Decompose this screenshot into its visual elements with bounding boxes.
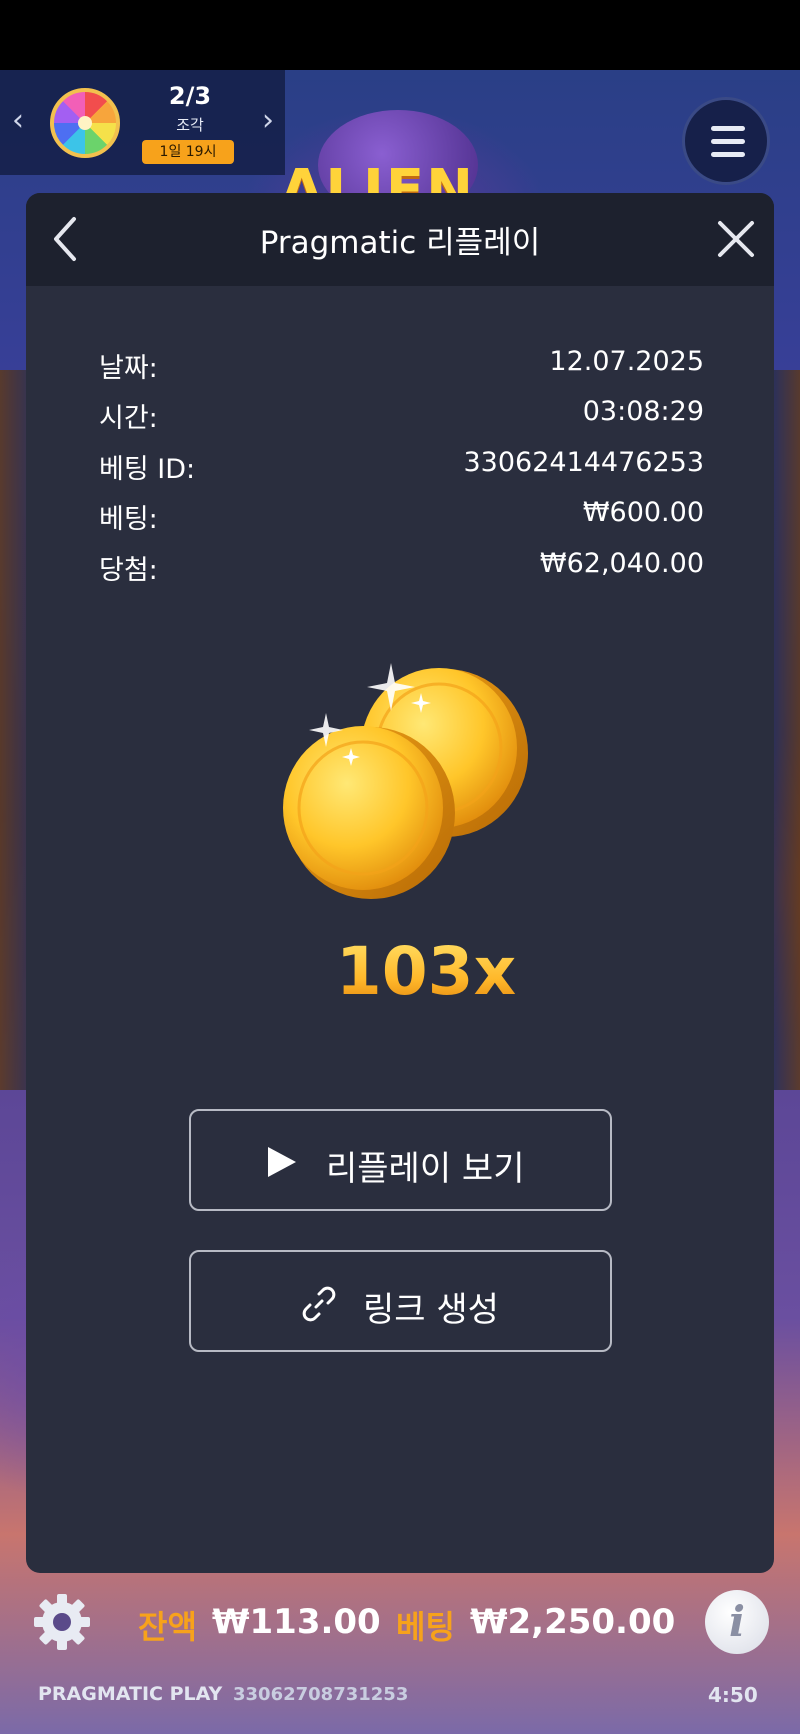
menu-bar [711,152,745,157]
detail-label: 당첨: [99,555,158,586]
coins-icon [271,643,561,913]
chevron-left-icon [54,217,76,261]
clock: 4:50 [708,1683,758,1707]
win-multiplier: 103x [226,933,626,1010]
modal-title: Pragmatic 리플레이 [259,225,541,261]
detail-row-date: 날짜: 12.07.2025 [99,346,704,384]
detail-row-bet-id: 베팅 ID: 33062414476253 [99,447,705,485]
prize-wheel-icon[interactable] [50,88,120,158]
balance-label: 잔액 [138,1608,197,1646]
create-link-label: 링크 생성 [363,1290,499,1330]
gear-icon[interactable] [30,1590,94,1654]
detail-row-win: 당첨: ₩62,040.00 [99,548,704,586]
watch-replay-label: 리플레이 보기 [326,1149,525,1189]
event-timer-badge: 1일 19시 [142,140,234,164]
detail-label: 날짜: [99,353,158,384]
create-link-button[interactable]: 링크 생성 [189,1250,612,1352]
hamburger-menu-button[interactable] [682,97,770,185]
replay-modal: Pragmatic 리플레이 날짜: 12.07.2025 시간: 03:08:… [26,193,774,1573]
bet-value[interactable]: ₩2,250.00 [470,1602,675,1642]
detail-label: 베팅: [99,504,158,535]
play-icon [268,1147,296,1177]
chevron-left-icon[interactable]: ‹ [6,106,30,136]
detail-value: 33062414476253 [463,447,705,478]
reel-frame-right [770,370,800,1090]
close-button[interactable] [710,213,762,265]
detail-label: 베팅 ID: [99,454,196,485]
link-icon [302,1286,336,1322]
session-id: 33062708731253 [233,1684,409,1705]
bet-label: 베팅 [396,1608,455,1646]
detail-value: 12.07.2025 [549,346,704,377]
detail-row-time: 시간: 03:08:29 [99,396,704,434]
chevron-right-icon[interactable]: › [256,106,280,136]
provider-brand: PRAGMATIC PLAY [38,1683,223,1705]
info-button[interactable]: i [705,1590,769,1654]
detail-label: 시간: [99,403,158,434]
menu-bar [711,139,745,144]
watch-replay-button[interactable]: 리플레이 보기 [189,1109,612,1211]
close-icon [718,221,754,257]
back-button[interactable] [42,211,90,267]
detail-row-bet: 베팅: ₩600.00 [99,497,704,535]
detail-value: ₩600.00 [582,497,704,528]
detail-value: ₩62,040.00 [539,548,704,579]
event-progress: 2/3 [168,82,212,110]
menu-bar [711,126,745,131]
balance-value: ₩113.00 [212,1602,381,1642]
modal-header: Pragmatic 리플레이 [26,193,774,286]
event-unit-label: 조각 [176,116,204,134]
detail-value: 03:08:29 [582,396,704,427]
